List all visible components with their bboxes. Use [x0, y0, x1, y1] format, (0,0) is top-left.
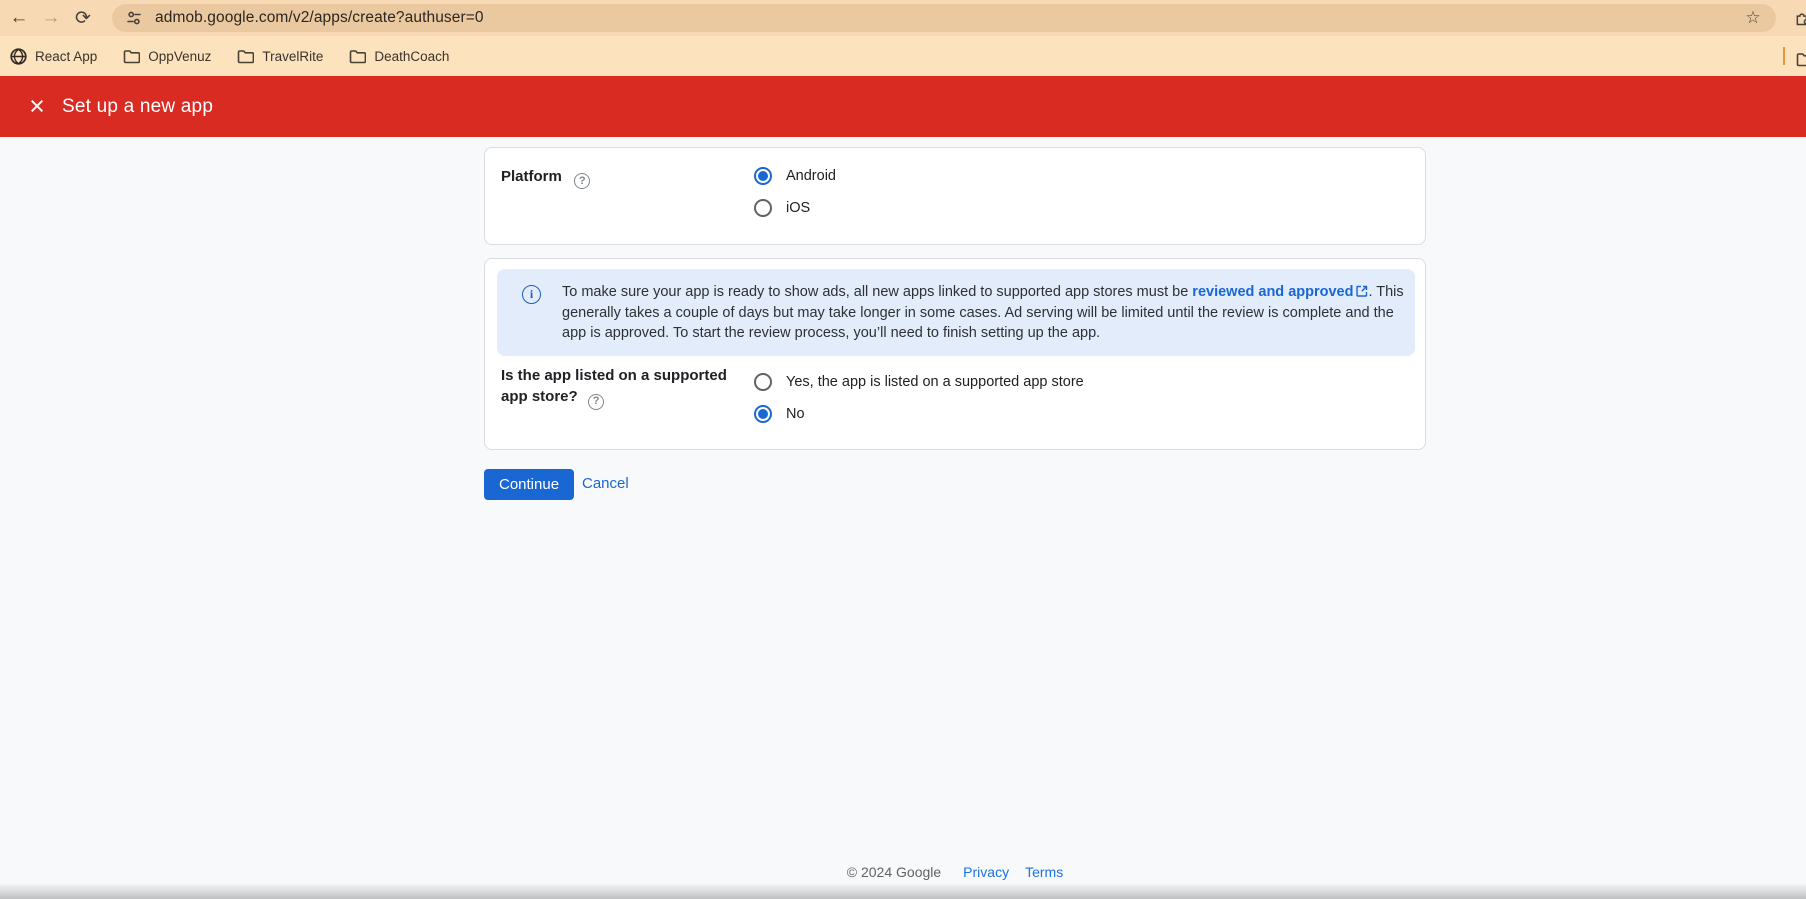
folder-icon: [350, 49, 367, 63]
radio-store-yes-label[interactable]: Yes, the app is listed on a supported ap…: [786, 374, 1084, 390]
bottom-shadow: [0, 883, 1806, 899]
globe-icon: [10, 47, 27, 65]
folder-icon-cutoff[interactable]: [1796, 51, 1806, 68]
bookmark-folder-travelrite[interactable]: TravelRite: [237, 48, 323, 65]
reviewed-approved-link[interactable]: reviewed and approved: [1192, 284, 1353, 300]
url-bar[interactable]: admob.google.com/v2/apps/create?authuser…: [112, 4, 1776, 32]
copyright-text: © 2024 Google: [846, 864, 942, 880]
page-title: Set up a new app: [62, 95, 214, 117]
notice-text-before: To make sure your app is ready to show a…: [562, 284, 1193, 300]
bookmarks-divider: [1783, 47, 1785, 65]
reload-icon[interactable]: ⟳: [70, 5, 96, 31]
radio-ios[interactable]: [754, 199, 772, 217]
store-question-help-icon[interactable]: ?: [588, 393, 605, 410]
radio-android-label[interactable]: Android: [786, 168, 836, 184]
bookmark-label: TravelRite: [262, 48, 324, 64]
page-footer: © 2024 Google Privacy Terms: [484, 864, 1426, 880]
radio-store-no-label[interactable]: No: [786, 406, 805, 422]
folder-icon: [238, 49, 255, 63]
platform-label: Platform: [501, 168, 562, 185]
close-icon[interactable]: ×: [22, 92, 52, 122]
back-icon[interactable]: ←: [6, 5, 32, 31]
url-text[interactable]: admob.google.com/v2/apps/create?authuser…: [155, 9, 484, 27]
store-question-label-line2: app store?: [501, 388, 578, 405]
forward-icon[interactable]: →: [38, 5, 64, 31]
bookmark-folder-deathcoach[interactable]: DeathCoach: [349, 48, 449, 65]
store-question-label-line1: Is the app listed on a supported: [501, 367, 727, 384]
info-icon: i: [522, 285, 541, 304]
radio-store-no[interactable]: [754, 405, 772, 423]
folder-icon: [123, 49, 141, 63]
site-settings-icon[interactable]: [125, 9, 143, 27]
terms-link[interactable]: Terms: [1025, 864, 1063, 880]
cancel-button[interactable]: Cancel: [582, 475, 629, 492]
bookmarks-bar: React App OppVenuz TravelRite DeathCoach: [0, 36, 1806, 76]
bookmark-star-icon[interactable]: ☆: [1744, 9, 1762, 27]
bookmark-label: OppVenuz: [148, 48, 212, 64]
platform-card: Platform ? Android iOS: [484, 147, 1426, 245]
dialog-header: × Set up a new app: [0, 76, 1806, 137]
privacy-link[interactable]: Privacy: [963, 864, 1009, 880]
extensions-puzzle-icon[interactable]: [1794, 7, 1806, 27]
bookmark-label: DeathCoach: [374, 48, 450, 64]
browser-toolbar: ← → ⟳ admob.google.com/v2/apps/create?au…: [0, 0, 1806, 36]
external-link-icon: [1356, 285, 1368, 297]
review-notice-text: To make sure your app is ready to show a…: [562, 282, 1414, 344]
bookmark-label: React App: [35, 48, 98, 64]
review-notice-banner: i To make sure your app is ready to show…: [497, 269, 1415, 356]
platform-help-icon[interactable]: ?: [574, 173, 591, 189]
radio-store-yes[interactable]: [754, 373, 772, 391]
continue-button[interactable]: Continue: [484, 469, 575, 500]
radio-android[interactable]: [754, 167, 772, 185]
main-content: Platform ? Android iOS i To make sure yo…: [0, 137, 1806, 899]
store-card: i To make sure your app is ready to show…: [484, 258, 1426, 450]
radio-ios-label[interactable]: iOS: [786, 200, 810, 216]
bookmark-react-app[interactable]: React App: [10, 47, 98, 65]
bookmark-folder-oppvenuz[interactable]: OppVenuz: [123, 48, 211, 65]
